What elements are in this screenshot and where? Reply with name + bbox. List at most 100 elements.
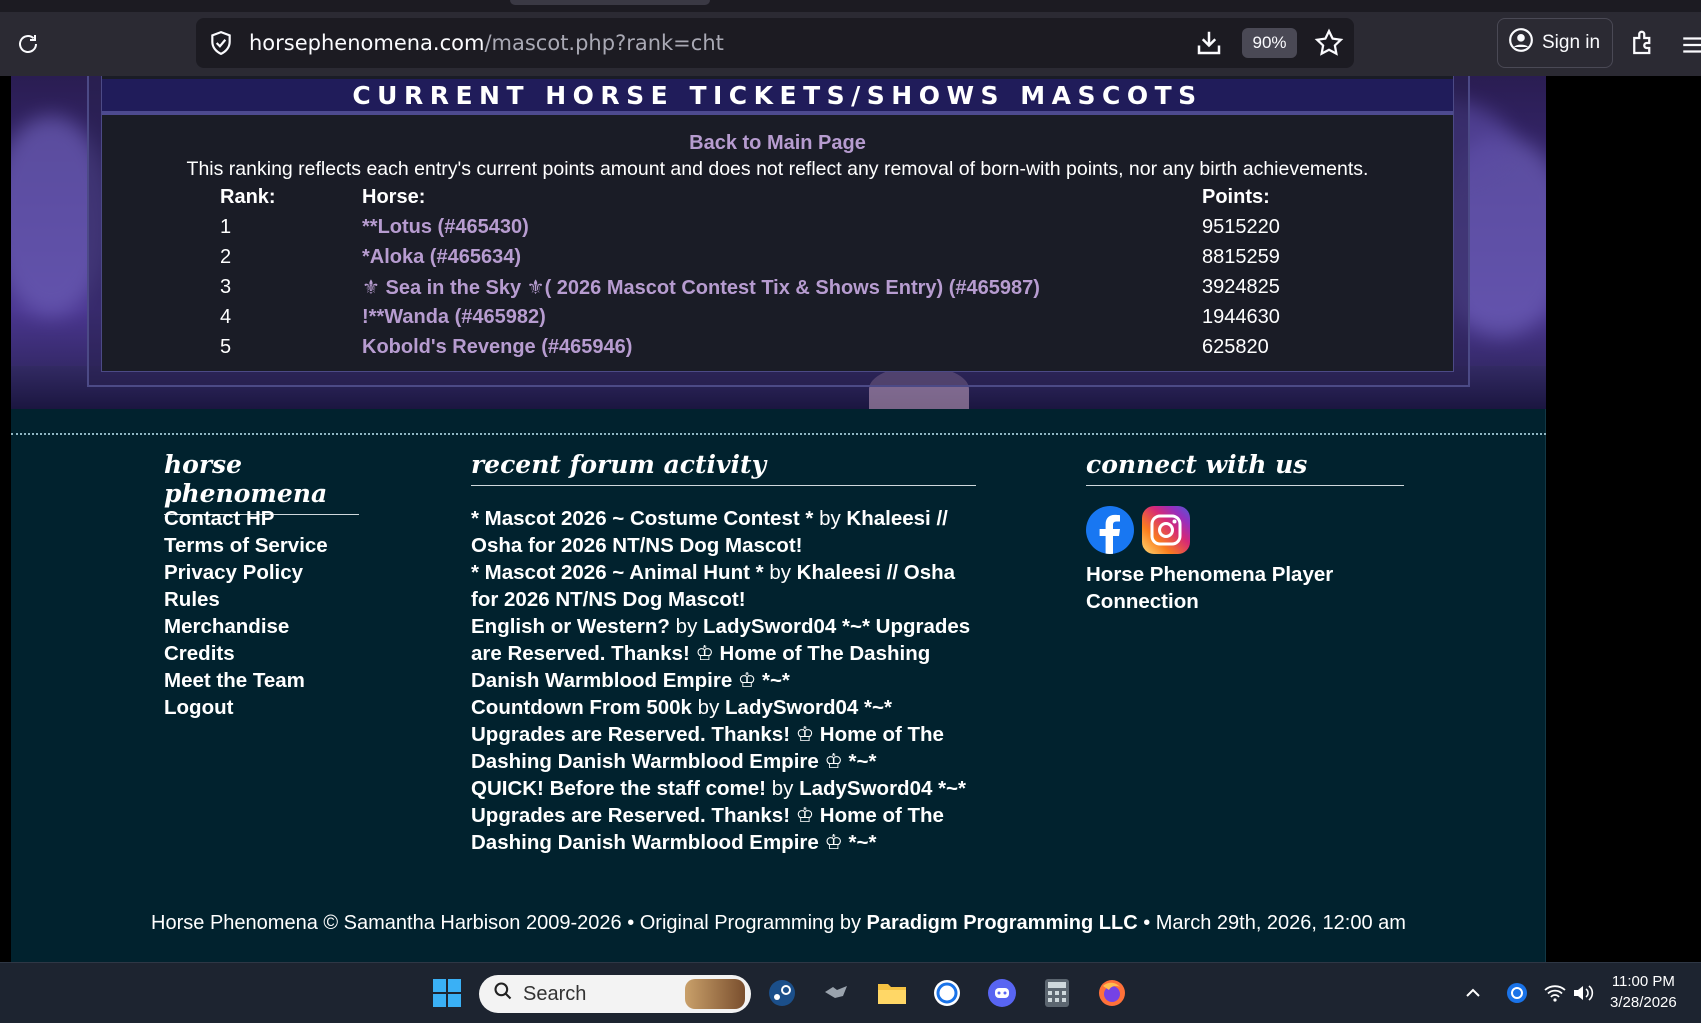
paradigm-link[interactable]: Paradigm Programming LLC [867,912,1138,934]
horse-link[interactable]: ⚜ Sea in the Sky ⚜( 2026 Mascot Contest … [362,277,1040,299]
browser-toolbar: horsephenomena.com/mascot.php?rank=cht 9… [0,12,1701,76]
search-highlight-image [685,979,745,1009]
header-rank: Rank: [220,185,276,208]
forum-by: by [697,696,720,719]
header-horse: Horse: [362,185,426,208]
table-row: 1 **Lotus (#465430) 9515220 [220,212,1320,242]
points-cell: 1944630 [1202,305,1280,328]
sign-in-button[interactable]: Sign in [1497,18,1613,68]
page-viewport: CURRENT HORSE TICKETS/SHOWS MASCOTS Back… [0,76,1701,962]
forum-by: by [771,777,794,800]
table-row: 3 ⚜ Sea in the Sky ⚜( 2026 Mascot Contes… [220,272,1320,302]
footer-link-contact[interactable]: Contact HP [164,505,328,532]
table-row: 2 *Aloka (#465634) 8815259 [220,242,1320,272]
rank-cell: 1 [220,215,232,238]
copyright-text: Horse Phenomena © Samantha Harbison 2009… [151,912,867,934]
player-connection-link[interactable]: Horse Phenomena Player Connection [1086,561,1386,615]
rank-cell: 5 [220,335,232,358]
back-to-main-link[interactable]: Back to Main Page [102,132,1453,155]
taskbar-search[interactable]: Search [479,975,751,1013]
grammarly-icon[interactable] [930,976,964,1010]
address-bar[interactable]: horsephenomena.com/mascot.php?rank=cht 9… [196,18,1354,68]
active-tab-hint[interactable] [510,0,710,5]
ranking-disclaimer: This ranking reflects each entry's curre… [186,158,1369,180]
points-cell: 3924825 [1202,275,1280,298]
forum-topic-link[interactable]: * Mascot 2026 ~ Costume Contest * [471,507,813,530]
clock-time: 11:00 PM [1611,973,1675,990]
discord-icon[interactable] [985,976,1019,1010]
facebook-icon[interactable] [1086,506,1134,554]
forum-topic-link[interactable]: * Mascot 2026 ~ Animal Hunt * [471,561,764,584]
forum-post: English or Western? by LadySword04 *~* U… [471,613,976,694]
points-cell: 9515220 [1202,215,1280,238]
account-icon [1508,27,1534,59]
shield-icon[interactable] [208,30,234,56]
forum-post: QUICK! Before the staff come! by LadySwo… [471,775,976,856]
footer-link-privacy[interactable]: Privacy Policy [164,559,328,586]
clock-date: 3/28/2026 [1610,994,1677,1011]
forum-topic-link[interactable]: Countdown From 500k [471,696,692,719]
header-points: Points: [1202,185,1270,208]
chevron-up-icon[interactable] [1456,976,1490,1010]
system-clock[interactable]: 11:00 PM 3/28/2026 [1610,971,1677,1013]
ranking-panel: CURRENT HORSE TICKETS/SHOWS MASCOTS Back… [101,76,1454,372]
steam-icon[interactable] [765,976,799,1010]
file-explorer-icon[interactable] [875,976,909,1010]
hamburger-menu-icon[interactable] [1680,32,1701,58]
search-icon [493,981,513,1007]
horse-link[interactable]: Kobold's Revenge (#465946) [362,336,632,358]
forum-topic-link[interactable]: English or Western? [471,615,670,638]
sign-in-label: Sign in [1542,32,1601,53]
zoom-level-button[interactable]: 90% [1242,28,1297,58]
site-container: CURRENT HORSE TICKETS/SHOWS MASCOTS Back… [11,76,1546,962]
panel-title: CURRENT HORSE TICKETS/SHOWS MASCOTS [102,79,1453,115]
game-app-icon[interactable] [819,976,853,1010]
social-links [1086,506,1190,554]
instagram-icon[interactable] [1142,506,1190,554]
forum-by: by [769,561,791,584]
rank-cell: 3 [220,275,232,298]
tab-strip [0,0,1701,12]
footer-link-rules[interactable]: Rules [164,586,328,613]
forum-topic-link[interactable]: QUICK! Before the staff come! [471,777,766,800]
url-path: /mascot.php?rank=cht [484,31,724,55]
windows-start-icon[interactable] [430,976,464,1010]
horse-link[interactable]: **Lotus (#465430) [362,216,529,238]
footer-link-credits[interactable]: Credits [164,640,328,667]
footer-heading-forum-activity: recent forum activity [471,450,976,486]
footer-link-team[interactable]: Meet the Team [164,667,328,694]
reload-icon[interactable] [8,26,48,62]
volume-icon[interactable] [1566,976,1600,1010]
copyright-line: Horse Phenomena © Samantha Harbison 2009… [11,912,1546,935]
tray-grammarly-icon[interactable] [1500,976,1534,1010]
search-label: Search [523,982,587,1005]
horse-link[interactable]: *Aloka (#465634) [362,246,521,268]
firefox-icon[interactable] [1095,976,1129,1010]
forum-post: * Mascot 2026 ~ Animal Hunt * by Khalees… [471,559,976,613]
footer-divider [11,433,1546,435]
rank-cell: 2 [220,245,232,268]
copyright-date: • March 29th, 2026, 12:00 am [1137,912,1406,934]
forum-by: by [819,507,841,530]
windows-taskbar: Search 11:00 PM 3/28/2026 [0,962,1701,1023]
header-banner: CURRENT HORSE TICKETS/SHOWS MASCOTS Back… [11,76,1546,409]
extensions-icon[interactable] [1628,28,1662,62]
ranking-table: Rank: Horse: Points: 1 **Lotus (#465430)… [220,182,1320,362]
footer-heading-connect: connect with us [1086,450,1404,486]
url-domain: horsephenomena.com [249,31,485,55]
points-cell: 625820 [1202,335,1269,358]
calculator-icon[interactable] [1040,976,1074,1010]
footer-link-terms[interactable]: Terms of Service [164,532,328,559]
bookmark-star-icon[interactable] [1314,28,1344,58]
forum-by: by [675,615,698,638]
ranking-header-row: Rank: Horse: Points: [220,182,1320,212]
table-row: 5 Kobold's Revenge (#465946) 625820 [220,332,1320,362]
forum-post: * Mascot 2026 ~ Costume Contest * by Kha… [471,505,976,559]
forum-activity-list: * Mascot 2026 ~ Costume Contest * by Kha… [471,505,976,856]
footer-link-logout[interactable]: Logout [164,694,328,721]
url-text[interactable]: horsephenomena.com/mascot.php?rank=cht [249,31,724,55]
footer-link-merchandise[interactable]: Merchandise [164,613,328,640]
footer-links: Contact HP Terms of Service Privacy Poli… [164,505,328,721]
save-page-icon[interactable] [1194,28,1224,58]
horse-link[interactable]: !**Wanda (#465982) [362,306,546,328]
